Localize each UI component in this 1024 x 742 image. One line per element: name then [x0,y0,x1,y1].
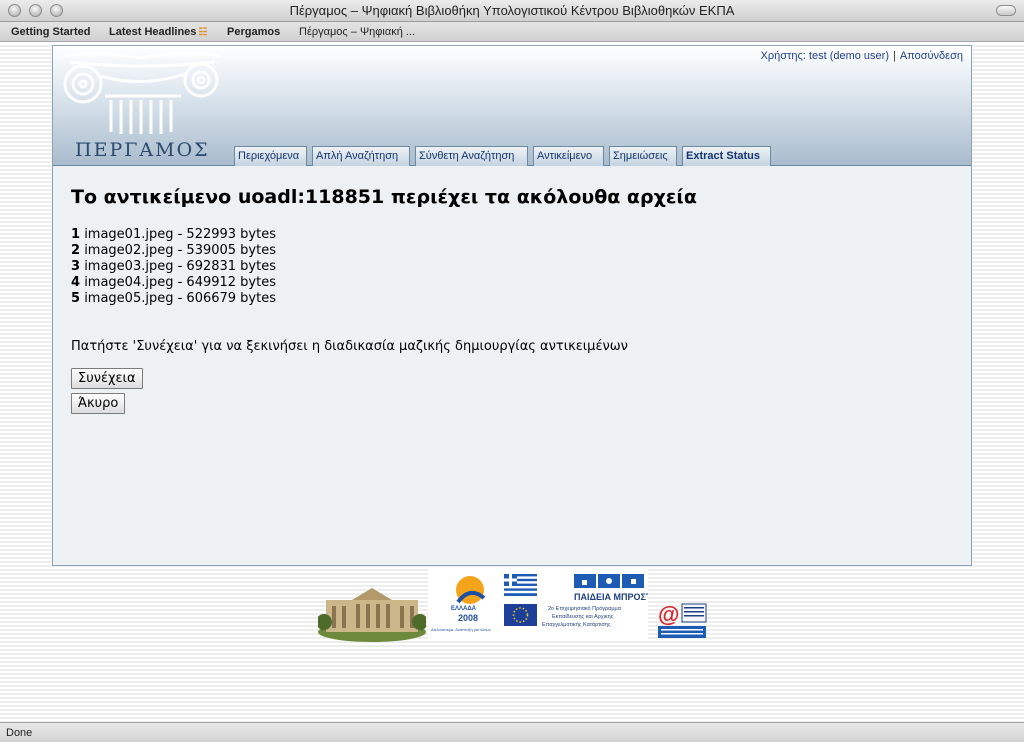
continue-button[interactable]: Συνέχεια [71,368,143,389]
tab-extract-status[interactable]: Extract Status [682,146,771,166]
ellada-2008-logo: ΕΛΛΑΔΑ 2008 Απλούστεμα. Ανάπτυξη για όλο… [431,574,658,632]
ellada-motto: Απλούστεμα. Ανάπτυξη για όλους. [431,627,492,632]
bookmark-pergamos[interactable]: Pergamos [227,26,280,38]
list-item: 3 image03.jpeg - 692831 bytes [71,259,276,274]
user-info-link[interactable]: Χρήστης: test (demo user) [761,50,889,62]
file-list: 1 image01.jpeg - 522993 bytes 2 image02.… [71,227,953,307]
eu-flag-icon [504,604,537,626]
list-item: 5 image05.jpeg - 606679 bytes [71,291,276,306]
at-symbol-icon: @ [658,602,679,627]
site-header: ΠΕΡΓΑΜΟΣ Χρήστης: test (demo user) | Αποσύ… [53,46,971,166]
window-title: Πέργαμος – Ψηφιακή Βιβλιοθήκη Υπολογιστι… [289,3,735,18]
logout-link[interactable]: Αποσύνδεση [900,50,963,62]
sponsor-logos: ΕΛΛΑΔΑ 2008 Απλούστεμα. Ανάπτυξη για όλο… [318,568,710,643]
object-id: uoadl:118851 [237,186,385,208]
bookmark-pergamos-greek[interactable]: Πέργαμος – Ψηφιακή ... [299,26,415,38]
page-title: Το αντικείμενο uoadl:118851 περιέχει τα … [71,186,953,208]
ellada-year: 2008 [458,613,478,623]
toolbar-toggle-button[interactable] [996,5,1016,16]
tab-notes[interactable]: Σημειώσεις [609,146,677,166]
user-links: Χρήστης: test (demo user) | Αποσύνδεση [760,50,963,62]
paideia-line2: Εκπαίδευσης και Αρχικής [552,613,614,620]
tab-simple-search[interactable]: Απλή Αναζήτηση [312,146,410,166]
list-item: 4 image04.jpeg - 649912 bytes [71,275,276,290]
cancel-button[interactable]: Άκυρο [71,393,126,414]
paideia-line3: Επαγγελματικής Κατάρτισης [542,621,611,628]
list-item: 2 image02.jpeg - 539005 bytes [71,243,276,258]
greek-flag-icon [504,574,537,596]
heading-suffix: περιέχει τα ακόλουθα αρχεία [390,186,697,208]
bookmark-getting-started[interactable]: Getting Started [11,26,90,38]
status-text: Done [6,727,33,739]
paideia-title: ΠΑΙΔΕΙΑ ΜΠΡΟΣΤΑ [574,592,648,602]
bookmark-latest-headlines[interactable]: Latest Headlines ☷ [109,26,207,38]
page-content: ΠΕΡΓΑΜΟΣ Χρήστης: test (demo user) | Αποσύ… [0,43,1024,722]
ellada-text: ΕΛΛΑΔΑ [451,606,477,612]
main-panel: ΠΕΡΓΑΜΟΣ Χρήστης: test (demo user) | Αποσύ… [52,45,972,566]
information-society-logo: @ [658,602,707,638]
list-item: 1 image01.jpeg - 522993 bytes [71,227,276,242]
logo-lettering: ΠΕΡΓΑΜΟΣ [75,139,210,161]
tab-advanced-search[interactable]: Σύνθετη Αναζήτηση [415,146,528,166]
partner-logos-strip: ΕΛΛΑΔΑ 2008 Απλούστεμα. Ανάπτυξη για όλο… [428,568,658,640]
window-titlebar: Πέργαμος – Ψηφιακή Βιβλιοθήκη Υπολογιστι… [0,0,1024,22]
pergamos-logo[interactable]: ΠΕΡΓΑΜΟΣ [55,48,227,164]
bookmarks-bar: Getting Started Latest Headlines ☷ Pergam… [0,22,1024,42]
tab-object[interactable]: Αντικείμενο [533,146,604,166]
heading-prefix: Το αντικείμενο [71,186,232,208]
main-content: Το αντικείμενο uoadl:118851 περιέχει τα … [71,186,953,414]
rss-icon: ☷ [198,27,208,38]
status-bar: Done [0,722,1024,742]
paideia-squares-icon [574,574,644,588]
instruction-text: Πατήστε 'Συνέχεια' για να ξεκινήσει η δι… [71,339,628,354]
tab-contents[interactable]: Περιεχόμενα [234,146,307,166]
university-building-logo [318,588,426,642]
paideia-line1: 2ο Επιχειρησιακό Πρόγραμμα [548,605,622,612]
